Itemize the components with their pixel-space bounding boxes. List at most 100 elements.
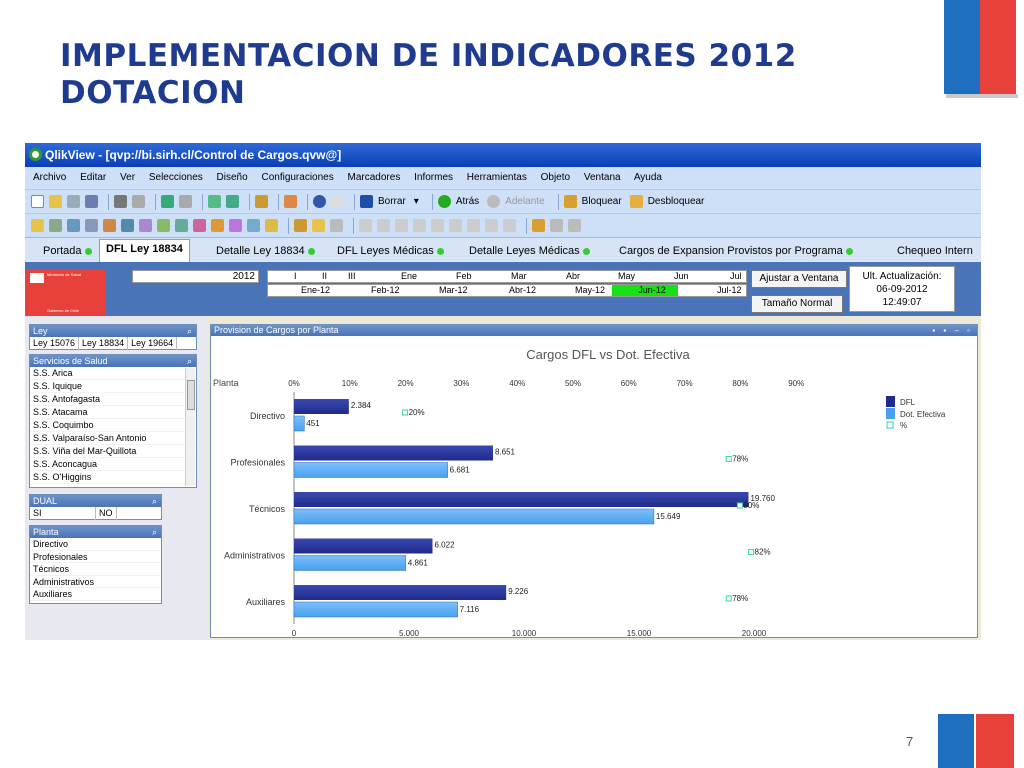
list-item[interactable]: S.S. Antofagasta — [30, 393, 196, 406]
list-item[interactable]: S.S. O'Higgins — [30, 471, 196, 484]
month-abr[interactable]: Abr — [566, 271, 580, 282]
list-item[interactable]: S.S. Viña del Mar-Quillota — [30, 445, 196, 458]
line-arrow-icon[interactable] — [211, 219, 224, 232]
period-jun-12-selected[interactable]: Jun-12 — [612, 285, 678, 296]
tab-cargos-expansion[interactable]: Cargos de Expansion Provistos por Progra… — [613, 242, 859, 262]
menu-marcadores[interactable]: Marcadores — [348, 172, 401, 183]
list-item[interactable]: Auxiliares — [30, 588, 161, 601]
bookmark-object-icon[interactable] — [265, 219, 278, 232]
tab-chequeo-intern[interactable]: Chequeo Intern — [891, 242, 979, 262]
new-document-icon[interactable] — [31, 195, 44, 208]
ley-19664[interactable]: Ley 19664 — [128, 337, 178, 350]
scrollbar-thumb[interactable] — [187, 380, 195, 410]
quarter-i[interactable]: I — [294, 271, 297, 282]
tab-detalle-ley-18834[interactable]: Detalle Ley 18834 — [210, 242, 321, 262]
print-pdf-icon[interactable] — [132, 195, 145, 208]
list-item[interactable]: Profesionales — [30, 551, 161, 563]
current-selections-icon[interactable] — [175, 219, 188, 232]
desbloquear-button[interactable]: Desbloquear — [648, 196, 705, 207]
chart-wizard-icon[interactable] — [255, 195, 268, 208]
month-jul[interactable]: Jul — [730, 271, 742, 282]
month-jun[interactable]: Jun — [674, 271, 689, 282]
tamano-normal-button[interactable]: Tamaño Normal — [751, 295, 843, 313]
dual-listbox-header[interactable]: DUAL — [30, 495, 161, 507]
ajustar-ventana-button[interactable]: Ajustar a Ventana — [751, 270, 847, 288]
adelante-button[interactable]: Adelante — [505, 196, 544, 207]
ley-listbox-header[interactable]: Ley — [30, 325, 196, 337]
list-item[interactable]: S.S. Arica — [30, 367, 196, 380]
text-object-icon[interactable] — [193, 219, 206, 232]
chart-wizard-2-icon[interactable] — [294, 219, 307, 232]
button-object-icon[interactable] — [229, 219, 242, 232]
period-ene-12[interactable]: Ene-12 — [301, 285, 330, 296]
quarter-iii[interactable]: III — [348, 271, 356, 282]
list-item[interactable]: Técnicos — [30, 563, 161, 576]
list-item[interactable]: S.S. Coquimbo — [30, 419, 196, 432]
ley-18834[interactable]: Ley 18834 — [79, 337, 129, 350]
space-horizontal-icon[interactable] — [467, 219, 480, 232]
multibox-icon[interactable] — [139, 219, 152, 232]
format-painter-icon[interactable] — [312, 219, 325, 232]
menu-editar[interactable]: Editar — [80, 172, 106, 183]
space-vertical-icon[interactable] — [485, 219, 498, 232]
list-item[interactable]: S.S. Aconcagua — [30, 458, 196, 471]
borrar-dropdown-icon[interactable]: ▾ — [414, 196, 419, 207]
menu-diseno[interactable]: Diseño — [217, 172, 248, 183]
tab-detalle-leyes-medicas[interactable]: Detalle Leyes Médicas — [463, 242, 596, 262]
servicios-listbox-header[interactable]: Servicios de Salud — [30, 355, 196, 367]
bloquear-button[interactable]: Bloquear — [582, 196, 622, 207]
print-icon[interactable] — [114, 195, 127, 208]
chart-icon[interactable] — [103, 219, 116, 232]
new-sheet-icon[interactable] — [31, 219, 44, 232]
month-ene[interactable]: Ene — [401, 271, 417, 282]
menu-ayuda[interactable]: Ayuda — [634, 172, 662, 183]
period-jul-12[interactable]: Jul-12 — [717, 285, 742, 296]
reload-icon[interactable] — [67, 195, 80, 208]
month-feb[interactable]: Feb — [456, 271, 472, 282]
tab-dfl-ley-18834[interactable]: DFL Ley 18834 — [99, 239, 190, 262]
tab-dfl-leyes-medicas[interactable]: DFL Leyes Médicas — [331, 242, 450, 262]
servicios-scrollbar[interactable] — [185, 368, 195, 486]
align-bottom-icon[interactable] — [449, 219, 462, 232]
help-pointer-icon[interactable] — [331, 195, 344, 208]
window-controls-icon[interactable]: ▪ ▪ ‒ ▫ — [932, 325, 973, 336]
help-icon[interactable] — [313, 195, 326, 208]
grid-icon[interactable] — [330, 219, 343, 232]
list-item[interactable]: S.S. Valparaíso-San Antonio — [30, 432, 196, 445]
list-item[interactable]: Directivo — [30, 538, 161, 551]
list-item[interactable]: Administrativos — [30, 576, 161, 588]
tools-icon[interactable] — [284, 195, 297, 208]
save-icon[interactable] — [85, 195, 98, 208]
menu-ventana[interactable]: Ventana — [584, 172, 621, 183]
listbox-icon[interactable] — [67, 219, 80, 232]
dual-si[interactable]: SI — [30, 507, 96, 520]
chart-window-header[interactable]: Provision de Cargos por Planta ▪ ▪ ‒ ▫ — [211, 325, 977, 336]
dual-no[interactable]: NO — [96, 507, 117, 520]
sheet-properties-icon[interactable] — [49, 219, 62, 232]
input-box-icon[interactable] — [157, 219, 170, 232]
distribute-icon[interactable] — [503, 219, 516, 232]
period-feb-12[interactable]: Feb-12 — [371, 285, 400, 296]
table-viewer-icon[interactable] — [568, 219, 581, 232]
selections-icon[interactable] — [226, 195, 239, 208]
month-may[interactable]: May — [618, 271, 635, 282]
ley-15076[interactable]: Ley 15076 — [30, 337, 80, 350]
open-folder-icon[interactable] — [49, 195, 62, 208]
list-item[interactable]: S.S. Iquique — [30, 380, 196, 393]
slider-object-icon[interactable] — [247, 219, 260, 232]
menu-selecciones[interactable]: Selecciones — [149, 172, 203, 183]
quarter-ii[interactable]: II — [322, 271, 327, 282]
align-right-icon[interactable] — [395, 219, 408, 232]
statistics-box-icon[interactable] — [121, 219, 134, 232]
menu-herramientas[interactable]: Herramientas — [467, 172, 527, 183]
align-center-icon[interactable] — [377, 219, 390, 232]
year-selector[interactable]: 2012 — [132, 270, 259, 283]
reload-script-icon[interactable] — [550, 219, 563, 232]
planta-listbox-header[interactable]: Planta — [30, 526, 161, 538]
atras-button[interactable]: Atrás — [456, 196, 479, 207]
align-top-icon[interactable] — [413, 219, 426, 232]
search-icon[interactable] — [208, 195, 221, 208]
borrar-button[interactable]: Borrar — [378, 196, 406, 207]
month-mar[interactable]: Mar — [511, 271, 527, 282]
tab-portada[interactable]: Portada — [37, 242, 98, 262]
